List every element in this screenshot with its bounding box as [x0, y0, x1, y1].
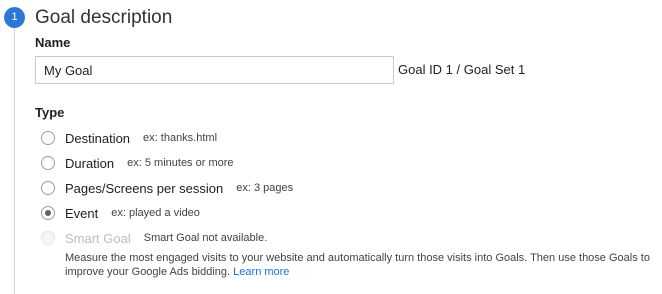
goal-name-input[interactable]: [35, 56, 394, 84]
smart-goal-description: Measure the most engaged visits to your …: [65, 251, 660, 279]
event-radio[interactable]: [41, 206, 55, 220]
destination-radio[interactable]: [41, 131, 55, 145]
section-title: Goal description: [35, 7, 173, 28]
step-connector-line: [14, 26, 15, 294]
pages-per-session-radio[interactable]: [41, 181, 55, 195]
smart-goal-label: Smart Goal: [65, 230, 131, 246]
duration-example: ex: 5 minutes or more: [127, 157, 234, 169]
type-option-smart-goal: Smart Goal Smart Goal not available.: [41, 229, 267, 247]
goal-setup-panel: 1 Goal description Name Goal ID 1 / Goal…: [0, 0, 662, 294]
destination-example: ex: thanks.html: [143, 132, 218, 144]
smart-goal-description-text: Measure the most engaged visits to your …: [65, 252, 650, 278]
pages-per-session-example: ex: 3 pages: [236, 182, 294, 194]
event-label[interactable]: Event: [65, 206, 98, 221]
duration-radio[interactable]: [41, 156, 55, 170]
smart-goal-status: Smart Goal not available.: [143, 232, 268, 244]
event-example: ex: played a video: [111, 207, 200, 219]
goal-id-text: Goal ID 1 / Goal Set 1: [398, 62, 526, 77]
smart-goal-radio: [41, 231, 55, 245]
step-number-badge: 1: [4, 7, 25, 28]
type-option-pages-per-session[interactable]: Pages/Screens per session ex: 3 pages: [41, 179, 293, 197]
type-option-event[interactable]: Event ex: played a video: [41, 204, 200, 222]
pages-per-session-label[interactable]: Pages/Screens per session: [65, 181, 223, 196]
type-option-duration[interactable]: Duration ex: 5 minutes or more: [41, 154, 234, 172]
destination-label[interactable]: Destination: [65, 131, 130, 146]
duration-label[interactable]: Duration: [65, 156, 114, 171]
type-label: Type: [35, 105, 65, 120]
name-label: Name: [35, 35, 71, 50]
type-option-destination[interactable]: Destination ex: thanks.html: [41, 129, 217, 147]
learn-more-link[interactable]: Learn more: [233, 266, 289, 278]
